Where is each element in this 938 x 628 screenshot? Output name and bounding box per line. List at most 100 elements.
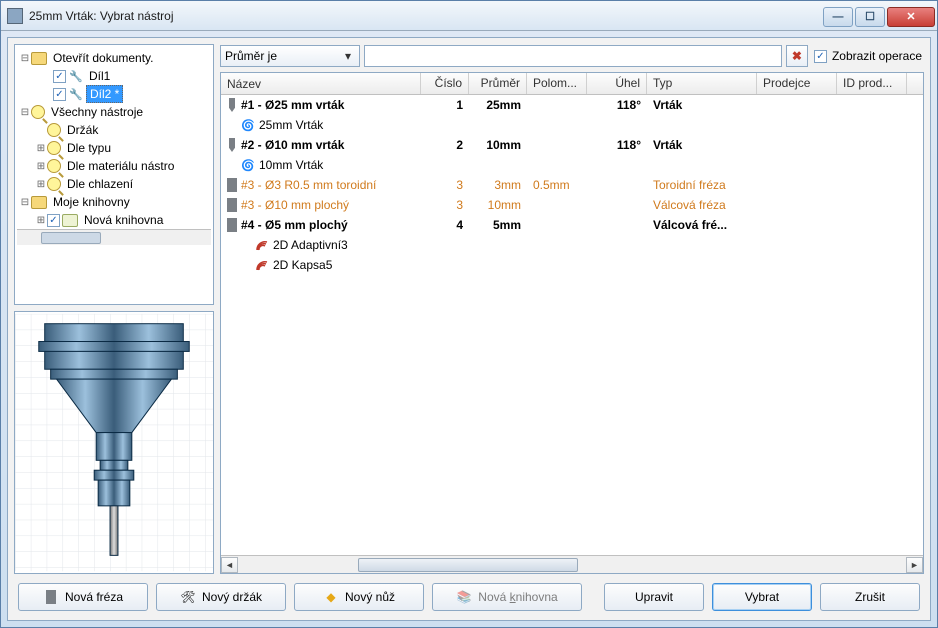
expander-icon[interactable]: ⊞ (35, 179, 47, 190)
col-angle[interactable]: Úhel (587, 73, 647, 94)
endmill-icon (227, 198, 237, 212)
tree-node-new-lib[interactable]: Nová knihovna (81, 212, 166, 228)
toolpath-icon (255, 238, 269, 252)
magnifier-icon (31, 105, 45, 119)
folder-icon (31, 52, 47, 65)
drill-icon (227, 98, 237, 112)
expander-icon[interactable]: ⊟ (19, 197, 31, 208)
table-row[interactable]: #3 - Ø3 R0.5 mm toroidní33mm0.5mmToroidn… (221, 175, 923, 195)
filter-bar: Průměr je ▾ ✖ ✓ Zobrazit operace (220, 44, 924, 68)
endmill-icon (227, 218, 237, 232)
tree-node-all-tools[interactable]: Všechny nástroje (48, 104, 146, 120)
new-library-button[interactable]: 📚Nová knihovna (432, 583, 582, 611)
tree-node-holder[interactable]: Držák (64, 122, 101, 138)
folder-icon (31, 196, 47, 209)
magnifier-icon (47, 141, 61, 155)
tree-node-dil2-selected[interactable]: Díl2 * (86, 85, 123, 103)
cell-diameter: 10mm (469, 198, 527, 212)
tree-node-by-cooling[interactable]: Dle chlazení (64, 176, 136, 192)
tree-node-open-docs[interactable]: Otevřít dokumenty. (50, 50, 156, 66)
cell-radius: 0.5mm (527, 178, 587, 192)
tree-node-dil1[interactable]: Díl1 (86, 68, 113, 84)
holder-icon: 🛠 (180, 589, 196, 605)
cell-angle: 118° (587, 98, 647, 112)
table-row[interactable]: #3 - Ø10 mm plochý310mmVálcová fréza (221, 195, 923, 215)
tree-node-my-libs[interactable]: Moje knihovny (50, 194, 133, 210)
col-vendor[interactable]: Prodejce (757, 73, 837, 94)
magnifier-icon (47, 177, 61, 191)
minimize-button[interactable]: — (823, 7, 853, 27)
table-row[interactable]: 🌀10mm Vrták (221, 155, 923, 175)
scroll-right-icon[interactable]: ► (906, 557, 923, 573)
checkbox-icon: ✓ (814, 50, 827, 63)
toolpath-icon (255, 258, 269, 272)
select-button[interactable]: Vybrat (712, 583, 812, 611)
scroll-left-icon[interactable]: ◄ (221, 557, 238, 573)
table-row[interactable]: #1 - Ø25 mm vrták125mm118°Vrták (221, 95, 923, 115)
edit-button[interactable]: Upravit (604, 583, 704, 611)
dialog-window: 25mm Vrták: Vybrat nástroj — ☐ ✕ ⊟ Otevří… (0, 0, 938, 628)
table-row[interactable]: 🌀 25mm Vrták (221, 115, 923, 135)
expander-icon[interactable]: ⊞ (35, 143, 47, 154)
cell-op-name: 2D Adaptivní3 (273, 238, 348, 252)
library-icon (62, 214, 78, 227)
scroll-thumb[interactable] (358, 558, 578, 572)
cell-number: 3 (421, 178, 469, 192)
wrench-icon (68, 87, 84, 101)
close-button[interactable]: ✕ (887, 7, 935, 27)
col-diameter[interactable]: Průměr (469, 73, 527, 94)
tree-node-by-material[interactable]: Dle materiálu nástro (64, 158, 177, 174)
magnifier-icon (47, 123, 61, 137)
table-row[interactable]: 2D Kapsa5 (221, 255, 923, 275)
expander-icon[interactable]: ⊞ (35, 161, 47, 172)
new-holder-button[interactable]: 🛠Nový držák (156, 583, 286, 611)
checkbox-icon[interactable]: ✓ (47, 214, 60, 227)
app-icon (7, 8, 23, 24)
chevron-down-icon: ▾ (341, 49, 355, 63)
magnifier-icon (47, 159, 61, 173)
filter-value-input[interactable] (364, 45, 782, 67)
grid-h-scrollbar[interactable]: ◄ ► (221, 555, 923, 573)
col-product-id[interactable]: ID prod... (837, 73, 907, 94)
col-radius[interactable]: Polom... (527, 73, 587, 94)
new-knife-button[interactable]: ◆Nový nůž (294, 583, 424, 611)
cell-number: 3 (421, 198, 469, 212)
cell-child-name: 25mm Vrták (259, 118, 323, 132)
cancel-button[interactable]: Zrušit (820, 583, 920, 611)
new-mill-button[interactable]: Nová fréza (18, 583, 148, 611)
cell-name: #4 - Ø5 mm plochý (241, 218, 348, 232)
grid-header[interactable]: Název Číslo Průměr Polom... Úhel Typ Pro… (221, 73, 923, 95)
cell-child-name: 10mm Vrták (259, 158, 323, 172)
tree-node-by-type[interactable]: Dle typu (64, 140, 114, 156)
window-title: 25mm Vrták: Vybrat nástroj (29, 9, 823, 23)
table-row[interactable]: #2 - Ø10 mm vrták210mm118°Vrták (221, 135, 923, 155)
drill-op-icon: 🌀 (241, 119, 255, 131)
expander-icon[interactable]: ⊟ (19, 107, 31, 118)
wrench-icon (68, 69, 84, 83)
cell-name: #1 - Ø25 mm vrták (241, 98, 344, 112)
show-operations-toggle[interactable]: ✓ Zobrazit operace (812, 49, 924, 63)
table-row[interactable]: 2D Adaptivní3 (221, 235, 923, 255)
library-tree[interactable]: ⊟ Otevřít dokumenty. ✓ Díl1 ✓ Díl2 * ⊟ Všech… (14, 44, 214, 305)
grid-body[interactable]: #1 - Ø25 mm vrták125mm118°Vrták 🌀 25mm Vrt… (221, 95, 923, 555)
cell-diameter: 10mm (469, 138, 527, 152)
checkbox-icon[interactable]: ✓ (53, 70, 66, 83)
filter-field-combo[interactable]: Průměr je ▾ (220, 45, 360, 67)
col-number[interactable]: Číslo (421, 73, 469, 94)
expander-icon[interactable]: ⊞ (35, 215, 47, 226)
col-name[interactable]: Název (221, 73, 421, 94)
clear-filter-button[interactable]: ✖ (786, 45, 808, 67)
maximize-button[interactable]: ☐ (855, 7, 885, 27)
endmill-icon (43, 589, 59, 605)
cell-type: Vrták (647, 98, 757, 112)
titlebar[interactable]: 25mm Vrták: Vybrat nástroj — ☐ ✕ (1, 1, 937, 31)
expander-icon[interactable]: ⊟ (19, 53, 31, 64)
cell-diameter: 5mm (469, 218, 527, 232)
table-row[interactable]: #4 - Ø5 mm plochý45mmVálcová fré... (221, 215, 923, 235)
tree-h-scrollbar[interactable] (17, 229, 211, 245)
cell-type: Vrták (647, 138, 757, 152)
checkbox-icon[interactable]: ✓ (53, 88, 66, 101)
cell-diameter: 3mm (469, 178, 527, 192)
col-type[interactable]: Typ (647, 73, 757, 94)
drill-preview-icon (15, 312, 213, 573)
